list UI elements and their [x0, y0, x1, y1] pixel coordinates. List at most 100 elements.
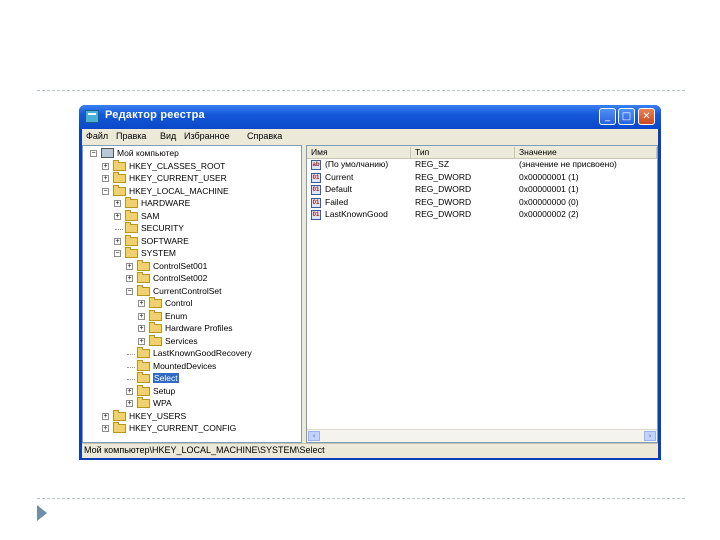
- folder-icon: [137, 347, 150, 358]
- menu-bar: Файл Правка Вид Избранное Справка: [82, 129, 658, 143]
- window-title: Редактор реестра: [105, 109, 205, 121]
- tree-node[interactable]: + SOFTWARE: [83, 234, 301, 248]
- tree-node[interactable]: SECURITY: [83, 222, 301, 235]
- maximize-button[interactable]: □: [618, 108, 635, 125]
- tree-node[interactable]: + ControlSet002: [83, 272, 301, 285]
- folder-icon: [149, 334, 162, 346]
- expand-icon[interactable]: +: [114, 200, 121, 207]
- tree-node[interactable]: + Services: [83, 334, 301, 348]
- menu-help[interactable]: Справка: [247, 131, 282, 141]
- tree-node[interactable]: + WPA: [83, 397, 301, 410]
- cell-value: (значение не присвоено): [519, 159, 617, 169]
- close-button[interactable]: ✕: [638, 108, 655, 125]
- title-bar[interactable]: Редактор реестра _ □ ✕: [79, 105, 661, 129]
- expand-icon[interactable]: +: [114, 237, 121, 245]
- cell-name: LastKnownGood: [325, 209, 388, 219]
- cell-type: REG_DWORD: [415, 171, 472, 182]
- regedit-app-icon: [85, 110, 99, 123]
- tree-node[interactable]: + ControlSet001: [83, 259, 301, 273]
- dword-value-icon: 01: [311, 210, 321, 220]
- tree-node-label: Мой компьютер: [117, 148, 179, 158]
- string-value-icon: ab: [311, 160, 321, 170]
- folder-icon: [149, 309, 162, 321]
- tree-node[interactable]: + HKEY_USERS: [83, 409, 301, 423]
- menu-file[interactable]: Файл: [86, 131, 108, 141]
- list-row[interactable]: 01 Current REG_DWORD 0x00000001 (1): [307, 172, 657, 184]
- slide-divider-top: [37, 90, 685, 91]
- expand-icon[interactable]: +: [102, 175, 109, 182]
- expand-icon[interactable]: +: [126, 400, 133, 407]
- tree-connector: [127, 379, 135, 380]
- tree-node[interactable]: + Hardware Profiles: [83, 322, 301, 335]
- folder-icon: [137, 397, 150, 408]
- expand-icon[interactable]: +: [126, 387, 133, 395]
- tree-connector: [115, 229, 123, 230]
- cell-type: REG_DWORD: [415, 209, 472, 219]
- expand-icon[interactable]: +: [102, 412, 109, 420]
- tree-node[interactable]: + Enum: [83, 309, 301, 323]
- expand-icon[interactable]: +: [138, 337, 145, 345]
- column-header-name[interactable]: Имя: [307, 147, 411, 158]
- tree-node[interactable]: − CurrentControlSet: [83, 284, 301, 298]
- folder-icon: [125, 222, 138, 233]
- list-row[interactable]: 01 Default REG_DWORD 0x00000001 (1): [307, 184, 657, 196]
- tree-node[interactable]: + HKEY_CURRENT_CONFIG: [83, 422, 301, 435]
- registry-values-list[interactable]: Имя Тип Значение ab (По умолчанию) REG_SZ (…: [306, 145, 658, 443]
- tree-node-label: Select: [153, 373, 179, 383]
- tree-node[interactable]: − HKEY_LOCAL_MACHINE: [83, 184, 301, 198]
- tree-node-label: SOFTWARE: [141, 235, 189, 246]
- scroll-left-button[interactable]: ‹: [308, 431, 320, 441]
- tree-node-label: HKEY_USERS: [129, 410, 187, 421]
- tree-node[interactable]: − Мой компьютер: [83, 148, 301, 160]
- expand-icon[interactable]: +: [102, 425, 109, 432]
- dword-value-icon: 01: [311, 172, 321, 183]
- tree-node[interactable]: + Control: [83, 297, 301, 310]
- slide-bullet-arrow-icon: [37, 505, 47, 521]
- list-row[interactable]: ab (По умолчанию) REG_SZ (значение не присв…: [307, 159, 657, 171]
- tree-node[interactable]: LastKnownGoodRecovery: [83, 347, 301, 360]
- horizontal-scrollbar[interactable]: ‹ ›: [307, 429, 657, 442]
- status-bar: Мой компьютер\HKEY_LOCAL_MACHINE\SYSTEM\…: [82, 443, 658, 458]
- collapse-icon[interactable]: −: [126, 287, 133, 295]
- minimize-button[interactable]: _: [599, 108, 616, 125]
- folder-icon: [113, 422, 126, 433]
- tree-node[interactable]: Select: [83, 372, 301, 385]
- folder-icon: [137, 284, 150, 296]
- column-header-type[interactable]: Тип: [411, 147, 515, 158]
- tree-node[interactable]: + HKEY_CLASSES_ROOT: [83, 159, 301, 173]
- expand-icon[interactable]: +: [138, 300, 145, 307]
- expand-icon[interactable]: +: [138, 325, 145, 332]
- tree-node-label: HKEY_LOCAL_MACHINE: [129, 185, 229, 196]
- column-header-value[interactable]: Значение: [515, 147, 657, 158]
- expand-icon[interactable]: +: [138, 312, 145, 320]
- tree-node[interactable]: MountedDevices: [83, 359, 301, 373]
- registry-key-tree[interactable]: − Мой компьютер + HKEY_CLASSES_ROOT + HKEY_CU…: [82, 145, 302, 443]
- collapse-icon[interactable]: −: [90, 150, 97, 157]
- expand-icon[interactable]: +: [126, 275, 133, 282]
- menu-edit[interactable]: Правка: [116, 131, 146, 141]
- expand-icon[interactable]: +: [126, 262, 133, 270]
- menu-favorites[interactable]: Избранное: [184, 131, 230, 141]
- folder-icon: [113, 159, 126, 171]
- list-row[interactable]: 01 Failed REG_DWORD 0x00000000 (0): [307, 197, 657, 209]
- registry-editor-window: Редактор реестра _ □ ✕ Файл Правка Вид И…: [79, 105, 661, 460]
- folder-icon: [113, 409, 126, 421]
- cell-value: 0x00000000 (0): [519, 196, 579, 207]
- expand-icon[interactable]: +: [102, 162, 109, 170]
- tree-node-label: Enum: [165, 310, 188, 321]
- folder-icon: [137, 259, 150, 271]
- cell-name: (По умолчанию): [325, 159, 389, 169]
- tree-node[interactable]: − SYSTEM: [83, 247, 301, 260]
- list-row[interactable]: 01 LastKnownGood REG_DWORD 0x00000002 (2): [307, 209, 657, 221]
- tree-node[interactable]: + HARDWARE: [83, 197, 301, 210]
- expand-icon[interactable]: +: [114, 212, 121, 220]
- folder-icon: [137, 372, 150, 383]
- cell-type: REG_SZ: [415, 159, 450, 169]
- collapse-icon[interactable]: −: [102, 187, 109, 195]
- tree-node[interactable]: + SAM: [83, 209, 301, 223]
- scroll-right-button[interactable]: ›: [644, 431, 656, 441]
- collapse-icon[interactable]: −: [114, 250, 121, 257]
- tree-node[interactable]: + Setup: [83, 384, 301, 398]
- menu-view[interactable]: Вид: [160, 131, 176, 141]
- tree-node[interactable]: + HKEY_CURRENT_USER: [83, 172, 301, 185]
